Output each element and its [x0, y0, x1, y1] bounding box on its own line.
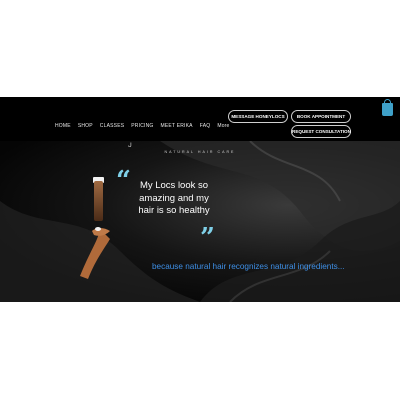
header-bar: HOME SHOP CLASSES PRICING MEET ERIKA FAQ… [0, 97, 400, 141]
main-nav: HOME SHOP CLASSES PRICING MEET ERIKA FAQ… [55, 123, 230, 129]
nav-meet-erika[interactable]: MEET ERIKA [161, 123, 193, 129]
product-bottle-icon [94, 181, 103, 221]
testimonial-quote: My Locs look so amazing and my hair is s… [138, 180, 210, 216]
open-quote-icon: “ [116, 166, 131, 196]
nav-faq[interactable]: FAQ [200, 123, 211, 129]
silk-background [0, 141, 400, 302]
brand-logo-icon: ᒍ [128, 143, 132, 149]
nav-pricing[interactable]: PRICING [131, 123, 153, 129]
brand-tagline: NATURAL HAIR CARE [164, 150, 236, 154]
request-consultation-button[interactable]: REQUEST CONSULTATION [291, 125, 351, 138]
nav-home[interactable]: HOME [55, 123, 71, 129]
book-appointment-button[interactable]: BOOK APPOINTMENT [291, 110, 351, 123]
close-quote-icon: ” [200, 223, 215, 253]
hand-icon [80, 227, 110, 279]
hero-section: ᒍ NATURAL HAIR CARE “ My Locs look so am… [0, 141, 400, 302]
shopping-bag-icon[interactable] [382, 99, 393, 116]
nav-shop[interactable]: SHOP [78, 123, 93, 129]
nav-more[interactable]: More [217, 123, 229, 129]
message-honeylocs-button[interactable]: MESSAGE HONEYLOCS [228, 110, 288, 123]
website-frame: HOME SHOP CLASSES PRICING MEET ERIKA FAQ… [0, 97, 400, 302]
nav-classes[interactable]: CLASSES [100, 123, 124, 129]
hero-subtext: because natural hair recognizes natural … [152, 262, 345, 271]
